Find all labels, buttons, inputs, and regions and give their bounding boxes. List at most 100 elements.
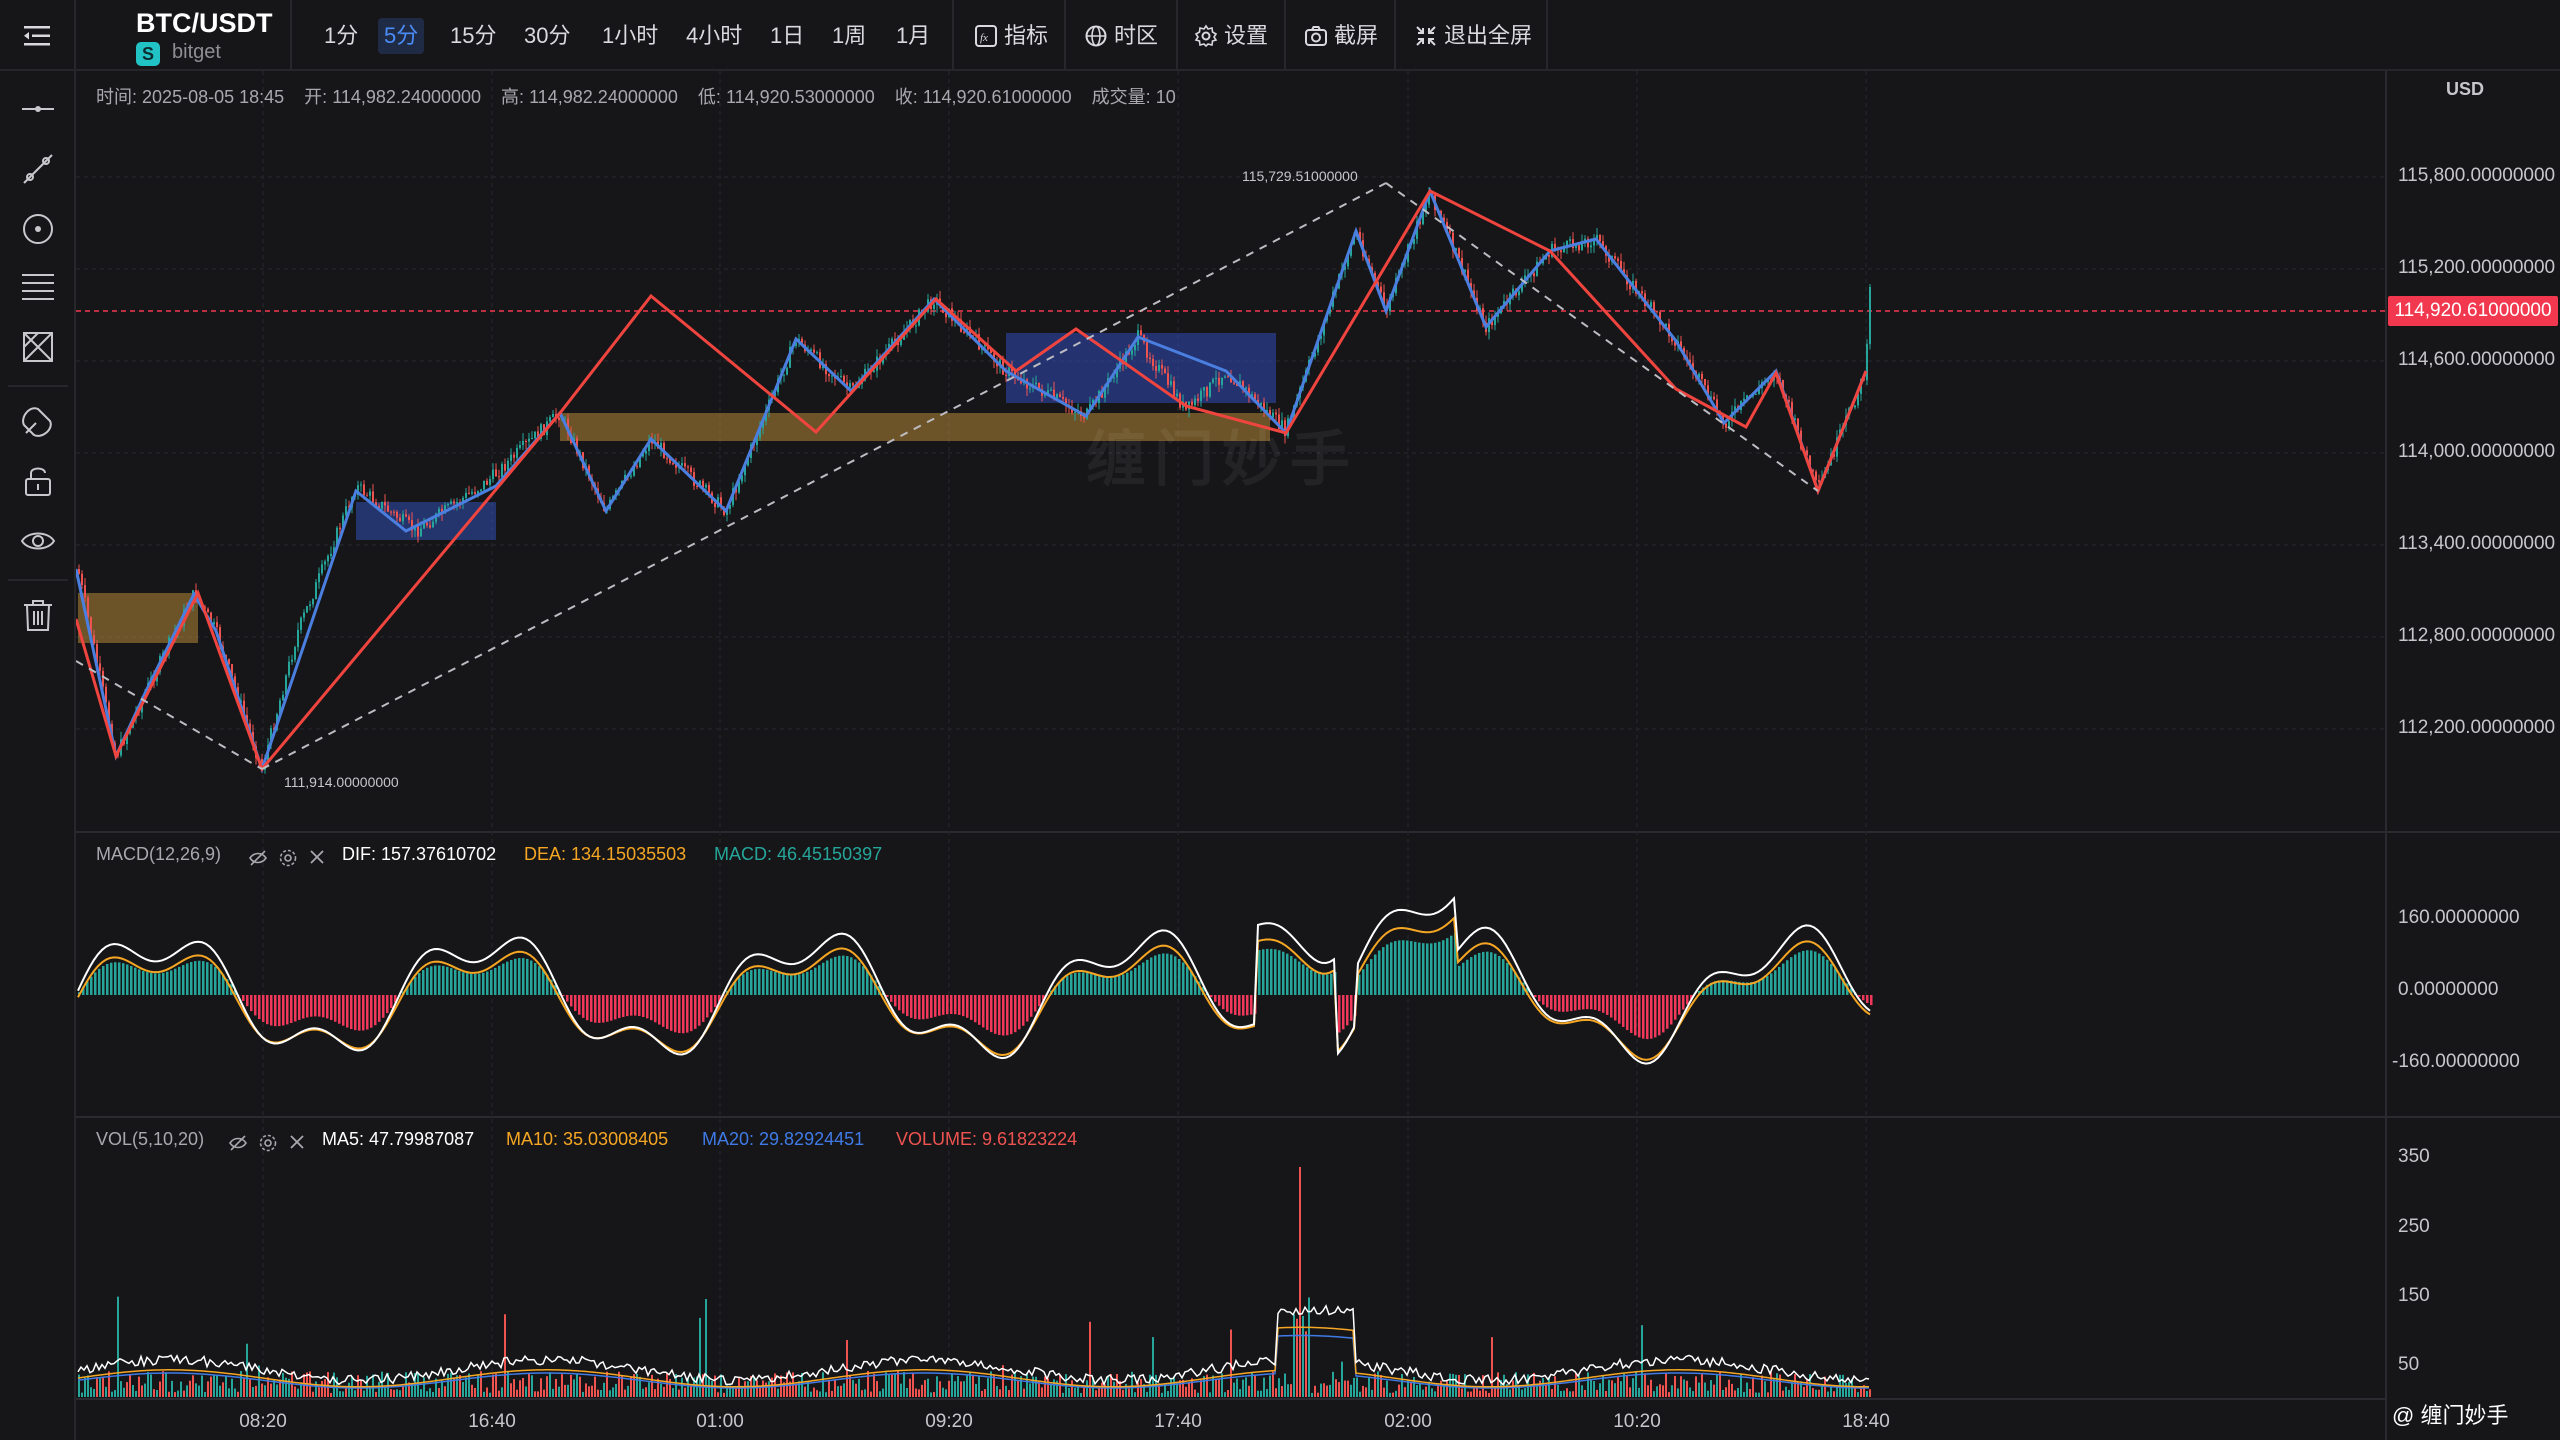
macd-histogram-bar: [310, 995, 313, 1017]
candle-body: [1224, 376, 1226, 378]
macd-histogram-bar: [1574, 995, 1577, 1011]
delete-drawings-tool[interactable]: [16, 593, 60, 637]
macd-close-button[interactable]: [308, 848, 330, 870]
volume-bar: [84, 1377, 86, 1397]
macd-histogram-bar: [674, 995, 677, 1033]
chart-svg[interactable]: [76, 71, 2560, 1440]
settings-button[interactable]: 设置: [1194, 18, 1268, 54]
interval-1mo[interactable]: 1月: [890, 18, 936, 54]
macd-histogram-bar: [694, 995, 697, 1029]
interval-5m[interactable]: 5分: [378, 18, 425, 54]
candle-body: [873, 370, 875, 373]
volume-bar: [141, 1385, 143, 1397]
lock-tool[interactable]: [16, 459, 60, 503]
macd-histogram-bar: [1822, 956, 1825, 995]
horizontal-line-tool[interactable]: [16, 87, 60, 131]
volume-bar: [1248, 1385, 1250, 1397]
volume-bar: [1101, 1382, 1103, 1397]
volume-bar: [348, 1382, 350, 1397]
volume-bar: [1704, 1382, 1706, 1397]
volume-bar: [1005, 1385, 1007, 1397]
volume-bar: [663, 1386, 665, 1397]
volume-bar: [1041, 1387, 1043, 1397]
circle-tool[interactable]: [16, 207, 60, 251]
fibonacci-tool[interactable]: [16, 265, 60, 309]
macd-histogram-bar: [1266, 948, 1269, 995]
volume-bar: [198, 1385, 200, 1397]
timezone-button[interactable]: 时区: [1084, 18, 1158, 54]
screenshot-button[interactable]: 截屏: [1304, 18, 1378, 54]
interval-1m[interactable]: 1分: [318, 18, 364, 54]
volume-bar: [207, 1381, 209, 1397]
macd-histogram-bar: [898, 995, 901, 1011]
macd-histogram-bar: [122, 963, 125, 995]
macd-hide-button[interactable]: [248, 848, 270, 870]
macd-histogram-bar: [1406, 940, 1409, 995]
macd-histogram-bar: [110, 962, 113, 995]
volume-bar: [210, 1376, 212, 1397]
volume-bar: [549, 1372, 551, 1397]
macd-histogram-bar: [1718, 980, 1721, 995]
symbol-selector[interactable]: BTC/USDT S bitget: [76, 0, 292, 71]
candle-body: [1854, 405, 1856, 408]
vol-hide-button[interactable]: [228, 1133, 250, 1155]
candle-body: [312, 599, 314, 605]
close-icon: [310, 850, 324, 864]
volume-bar: [1080, 1392, 1082, 1397]
macd-histogram-bar: [1038, 995, 1041, 1007]
macd-histogram-bar: [658, 995, 661, 1025]
vol-axis-label: 150: [2398, 1285, 2430, 1306]
price-axis-label: 112,200.00000000: [2398, 717, 2556, 738]
volume-bar: [1716, 1375, 1718, 1397]
candle-body: [1203, 387, 1205, 391]
macd-histogram-bar: [966, 995, 969, 1018]
macd-histogram-bar: [414, 976, 417, 995]
interval-15m[interactable]: 15分: [444, 18, 502, 54]
macd-histogram-bar: [326, 995, 329, 1019]
toolbar-divider: [1064, 0, 1066, 71]
volume-bar: [522, 1378, 524, 1397]
interval-30m[interactable]: 30分: [518, 18, 576, 54]
interval-1h[interactable]: 1小时: [596, 18, 664, 54]
indicators-button[interactable]: fx 指标: [974, 18, 1048, 54]
macd-histogram-bar: [382, 995, 385, 1018]
visibility-tool[interactable]: [16, 519, 60, 563]
volume-bar: [816, 1390, 818, 1397]
menu-button[interactable]: [0, 0, 76, 71]
macd-histogram-bar: [1174, 956, 1177, 995]
candle-body: [510, 454, 512, 461]
magnet-tool[interactable]: [16, 399, 60, 443]
macd-settings-button[interactable]: [278, 848, 300, 870]
volume-bar: [1422, 1389, 1424, 1397]
volume-bar: [447, 1373, 449, 1397]
exit-fullscreen-button[interactable]: 退出全屏: [1414, 18, 1532, 54]
volume-bar: [756, 1380, 758, 1397]
volume-bar: [765, 1382, 767, 1397]
macd-histogram-bar: [1570, 995, 1573, 1012]
vol-settings-button[interactable]: [258, 1133, 280, 1155]
volume-bar: [894, 1374, 896, 1397]
pattern-tool[interactable]: [16, 325, 60, 369]
vol-close-button[interactable]: [288, 1133, 310, 1155]
macd-histogram-bar: [746, 971, 749, 995]
macd-histogram-bar: [698, 995, 701, 1026]
macd-histogram-bar: [1502, 959, 1505, 995]
volume-bar: [1338, 1382, 1340, 1397]
volume-label: 成交量:: [1091, 87, 1151, 107]
volume-bar: [540, 1378, 542, 1397]
macd-histogram-bar: [1178, 958, 1181, 995]
chart-canvas[interactable]: 缠门妙手 时间: 2025-08-05 18:45 开: 114,982.240…: [76, 71, 2560, 1440]
interval-4h[interactable]: 4小时: [680, 18, 748, 54]
candle-body: [84, 585, 86, 598]
candle-body: [1164, 368, 1166, 374]
volume-bar: [1386, 1380, 1388, 1397]
volume-bar: [1572, 1391, 1574, 1397]
trend-line-tool[interactable]: [16, 147, 60, 191]
interval-1d[interactable]: 1日: [764, 18, 810, 54]
macd-histogram-bar: [454, 969, 457, 995]
volume-bar: [1596, 1389, 1598, 1397]
macd-histogram-bar: [214, 966, 217, 995]
candle-body: [1146, 342, 1148, 358]
interval-1w[interactable]: 1周: [826, 18, 872, 54]
currency-button[interactable]: USD: [2446, 79, 2484, 100]
